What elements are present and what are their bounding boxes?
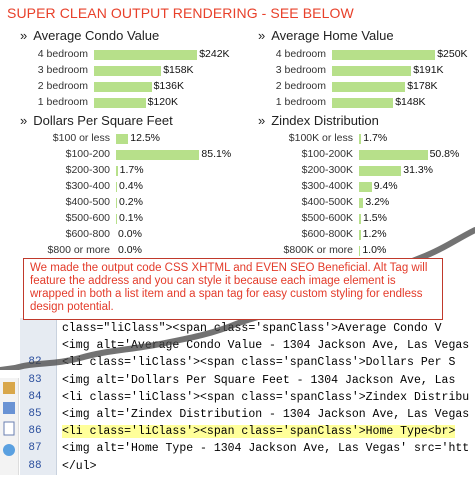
- code-line: <li class='liClass'><span class='spanCla…: [62, 425, 456, 439]
- bar-value: $148K: [395, 96, 426, 108]
- bar-label: 2 bedroom: [37, 80, 88, 92]
- bar-row: $100K or less 1.7%: [258, 130, 473, 146]
- code-line: </ul>: [62, 459, 97, 473]
- bar: [359, 166, 402, 176]
- bar-row: $200-300K 31.3%: [258, 162, 473, 178]
- bar-row: $100-200 85.1%: [20, 146, 240, 162]
- bar: [359, 198, 364, 208]
- panel-title: » Average Condo Value: [20, 28, 160, 43]
- bar: [359, 134, 362, 144]
- bar: [94, 66, 162, 76]
- line-number: 86: [28, 425, 42, 438]
- bar: [94, 50, 198, 60]
- bar: [359, 150, 428, 160]
- bar-label: $300-400: [65, 180, 110, 192]
- bar-row: 4 bedroom $242K: [20, 46, 230, 62]
- panel-average-home-value: » Average Home Value 4 bedroom $250K 3 bedr…: [258, 28, 468, 110]
- bar-label: $200-300K: [301, 164, 353, 176]
- bar-value: 31.3%: [403, 164, 434, 176]
- line-number: 88: [28, 459, 42, 472]
- bar-value: 85.1%: [201, 148, 232, 160]
- panel-title: » Zindex Distribution: [258, 113, 379, 128]
- bar-row: $400-500K 3.2%: [258, 194, 473, 210]
- bar: [359, 182, 372, 192]
- bar-value: $120K: [147, 96, 178, 108]
- bar-row: $200-300 1.7%: [20, 162, 240, 178]
- line-number: 83: [28, 373, 42, 386]
- code-line: <img alt='Zindex Distribution - 1304 Jac…: [62, 408, 470, 421]
- bar: [116, 182, 117, 192]
- bar-row: 2 bedroom $178K: [258, 78, 458, 94]
- bar-value: 12.5%: [130, 132, 161, 144]
- bar: [332, 98, 394, 108]
- edit-icon: [3, 402, 15, 414]
- bar-value: 0.2%: [119, 196, 143, 208]
- bar-label: $400-500K: [301, 196, 353, 208]
- panel-average-condo-value: » Average Condo Value 4 bedroom $242K 3 bed…: [20, 28, 230, 110]
- code-line: <img alt='Home Type - 1304 Jackson Ave, …: [62, 442, 470, 456]
- bar-label: 4 bedroom: [37, 48, 88, 60]
- bar-row: 2 bedroom $136K: [20, 78, 220, 94]
- bar-label: $200-300: [65, 164, 110, 176]
- bar: [116, 198, 117, 208]
- bar: [332, 82, 406, 92]
- code-line: <li class='liClass'><span class='spanCla…: [62, 390, 470, 404]
- bar-row: 3 bedroom $191K: [258, 62, 458, 78]
- bar-row: $400-500 0.2%: [20, 194, 240, 210]
- bar-label: $100K or less: [288, 132, 353, 144]
- bar-row: 4 bedroom $250K: [258, 46, 468, 62]
- globe-icon: [3, 444, 15, 456]
- line-number: 84: [28, 390, 42, 403]
- panel-title: » Dollars Per Square Feet: [20, 113, 173, 128]
- bar: [332, 50, 436, 60]
- bar-value: $250K: [437, 48, 468, 60]
- bar-label: 3 bedroom: [37, 64, 88, 76]
- bar: [116, 166, 118, 176]
- bar-row: $100-200K 50.8%: [258, 146, 473, 162]
- bar-label: 4 bedroom: [275, 48, 326, 60]
- bar-value: 1.7%: [119, 164, 144, 176]
- bar-label: 3 bedroom: [275, 64, 326, 76]
- bar: [94, 82, 152, 92]
- bar: [116, 134, 129, 144]
- bar-value: $191K: [413, 64, 444, 76]
- editor-icon-column: [0, 378, 19, 475]
- bar-label: $100 or less: [52, 132, 110, 144]
- bar-value: $136K: [153, 80, 184, 92]
- bar-value: $158K: [163, 64, 194, 76]
- bar-row: $100 or less 12.5%: [20, 130, 240, 146]
- bar-label: 1 bedroom: [37, 96, 88, 108]
- panel-title: » Average Home Value: [258, 28, 394, 43]
- bar-label: $100-200K: [301, 148, 353, 160]
- page-icon: [3, 421, 15, 436]
- bar-label: 2 bedroom: [275, 80, 326, 92]
- bar-value: 1.7%: [363, 132, 388, 144]
- bar-label: $300-400K: [301, 180, 353, 192]
- bar-value: 3.2%: [365, 196, 390, 208]
- bar-row: $300-400K 9.4%: [258, 178, 473, 194]
- line-number: 85: [28, 408, 42, 420]
- bar-label: $400-500: [65, 196, 110, 208]
- bar-value: 0.4%: [119, 180, 143, 192]
- bar-row: $300-400 0.4%: [20, 178, 240, 194]
- bar-value: 50.8%: [429, 148, 460, 160]
- code-line: <img alt='Dollars Per Square Feet - 1304…: [62, 373, 456, 387]
- bar: [332, 66, 412, 76]
- bar-label: 1 bedroom: [275, 96, 326, 108]
- bookmark-icon: [3, 382, 15, 394]
- headline: SUPER CLEAN OUTPUT RENDERING - SEE BELOW: [7, 5, 354, 21]
- bar: [116, 150, 200, 160]
- bar-value: 9.4%: [373, 180, 398, 192]
- bar-value: $242K: [199, 48, 230, 60]
- line-number: 87: [28, 442, 42, 455]
- callout-box: We made the output code CSS XHTML and EV…: [23, 258, 443, 320]
- bar-row: 3 bedroom $158K: [20, 62, 220, 78]
- bar-row: 1 bedroom $148K: [258, 94, 458, 110]
- bar-row: 1 bedroom $120K: [20, 94, 220, 110]
- bar-value: $178K: [407, 80, 438, 92]
- bar-label: $100-200: [65, 148, 110, 160]
- bar: [94, 98, 146, 108]
